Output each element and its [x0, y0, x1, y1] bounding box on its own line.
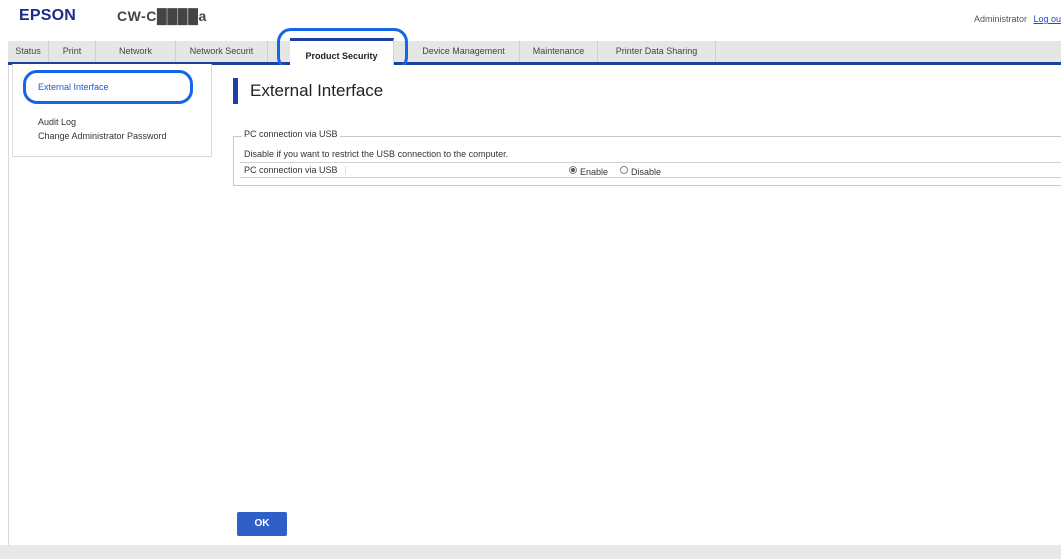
- sidebar-item-external-interface[interactable]: External Interface: [38, 82, 109, 92]
- ok-button[interactable]: OK: [237, 512, 287, 536]
- disable-radio[interactable]: [620, 166, 628, 174]
- section-description: Disable if you want to restrict the USB …: [244, 149, 509, 159]
- model-name: CW-C████a: [117, 8, 207, 24]
- tab-print[interactable]: Print: [49, 41, 96, 62]
- title-accent-bar: [233, 78, 238, 104]
- row-separator: [345, 166, 346, 175]
- tab-status[interactable]: Status: [8, 41, 49, 62]
- brand-logo: EPSON: [19, 7, 77, 24]
- sidebar-item-change-admin-password[interactable]: Change Administrator Password: [38, 131, 167, 141]
- user-area: Administrator Log ou: [974, 14, 1061, 24]
- page-title: External Interface: [250, 81, 384, 100]
- setting-row-label: PC connection via USB: [244, 165, 338, 175]
- enable-radio-label[interactable]: Enable: [580, 167, 608, 177]
- tab-product-security[interactable]: Product Security: [290, 38, 394, 65]
- disable-radio-label[interactable]: Disable: [631, 167, 661, 177]
- tab-maintenance[interactable]: Maintenance: [520, 41, 598, 62]
- tab-network-security[interactable]: Network Securit: [176, 41, 268, 62]
- tab-device-management[interactable]: Device Management: [408, 41, 520, 62]
- user-name: Administrator: [973, 14, 1027, 24]
- tab-bar: Status Print Network Network Securit Pro…: [8, 38, 1061, 65]
- sidebar: [12, 64, 212, 157]
- header: EPSON CW-C████a Administrator Log ou: [0, 0, 1061, 36]
- fieldset-legend: PC connection via USB: [242, 129, 340, 139]
- sidebar-item-audit-log[interactable]: Audit Log: [38, 117, 76, 127]
- footer-strip: [0, 545, 1061, 559]
- enable-radio[interactable]: [569, 166, 577, 174]
- tab-printer-data-sharing[interactable]: Printer Data Sharing: [598, 41, 716, 62]
- logout-link[interactable]: Log ou: [1033, 14, 1061, 24]
- tab-network[interactable]: Network: [96, 41, 176, 62]
- usb-fieldset: [233, 136, 1061, 186]
